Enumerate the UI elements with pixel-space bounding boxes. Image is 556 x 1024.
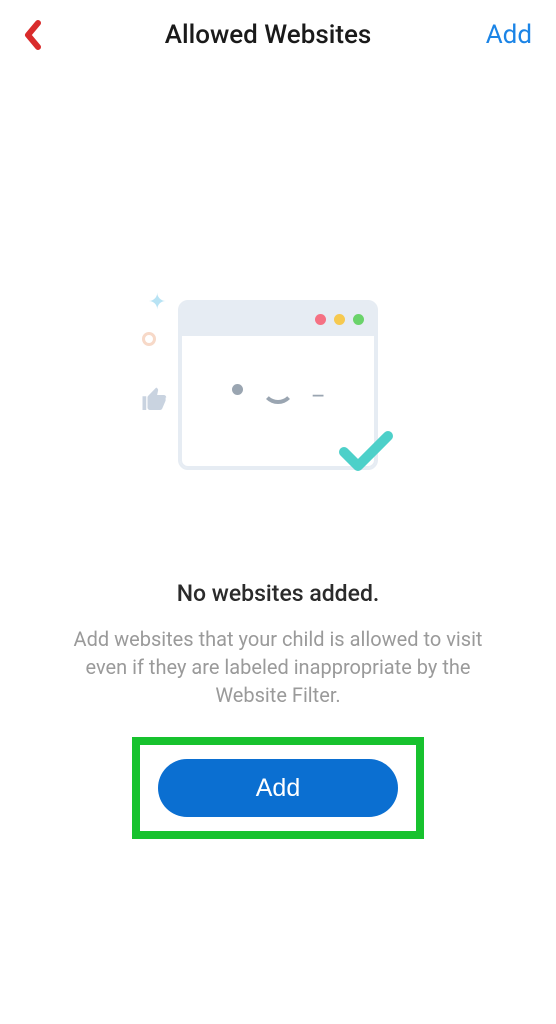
- header: Allowed Websites Add: [0, 0, 556, 60]
- page-title: Allowed Websites: [64, 20, 472, 50]
- add-button[interactable]: Add: [158, 759, 398, 817]
- empty-state: ✦ — No websites added.: [0, 280, 556, 839]
- window-dot-red: [315, 314, 326, 325]
- circle-icon: [142, 332, 156, 346]
- window-dot-yellow: [334, 314, 345, 325]
- back-button[interactable]: [24, 20, 64, 50]
- checkmark-icon: [338, 430, 394, 474]
- eye-icon: [232, 384, 243, 395]
- wink-icon: —: [312, 386, 324, 405]
- empty-description: Add websites that your child is allowed …: [58, 625, 498, 709]
- window-titlebar: [180, 302, 376, 336]
- sparkle-icon: ✦: [148, 290, 166, 315]
- back-chevron-icon: [24, 20, 42, 50]
- browser-window-icon: —: [178, 300, 378, 470]
- empty-illustration: ✦ —: [168, 280, 388, 480]
- mouth-icon: [261, 386, 295, 404]
- header-add-link[interactable]: Add: [472, 20, 532, 50]
- empty-title: No websites added.: [177, 580, 380, 607]
- thumbs-up-icon: [140, 385, 170, 415]
- add-button-highlight: Add: [132, 737, 424, 839]
- window-dot-green: [353, 314, 364, 325]
